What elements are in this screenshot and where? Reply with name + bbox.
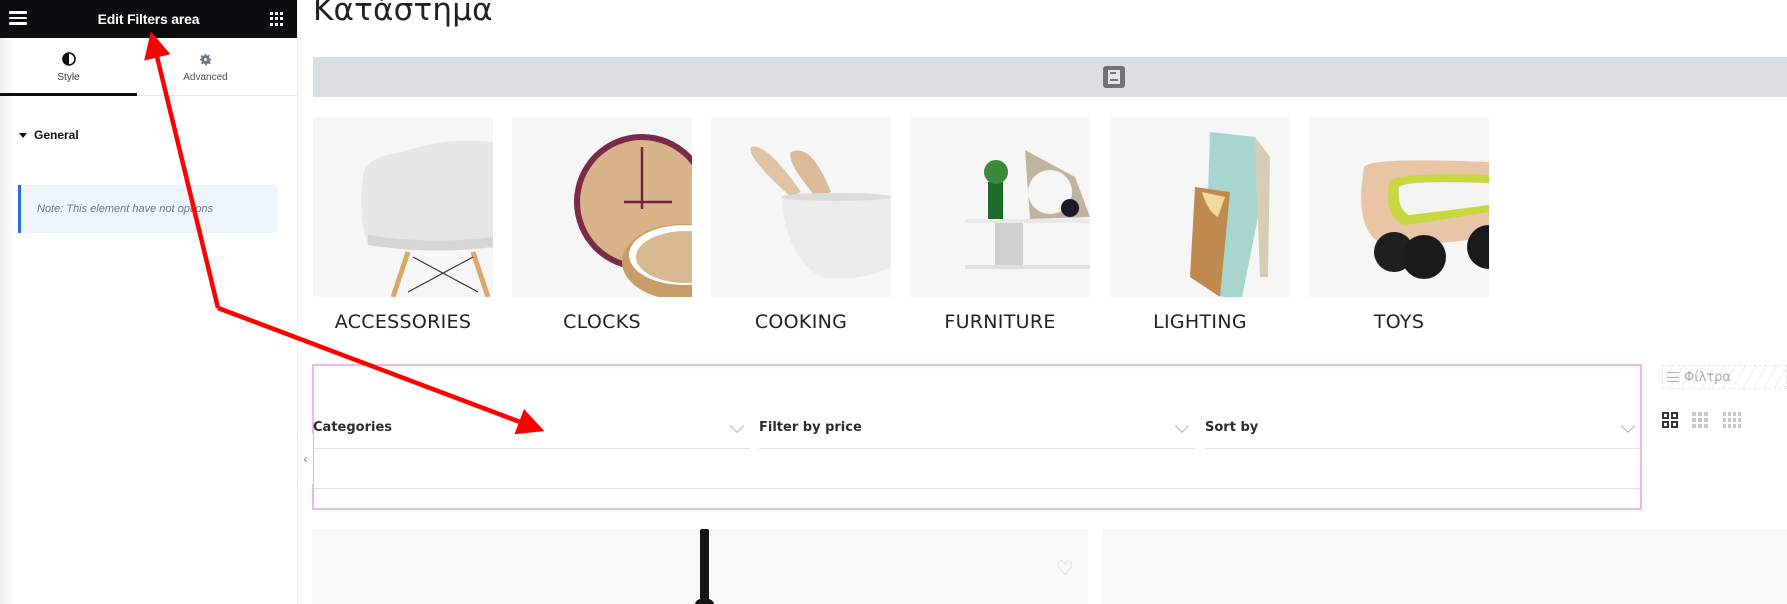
category-tile[interactable]: LIGHTING	[1110, 117, 1290, 333]
chevron-down-icon	[1620, 418, 1636, 434]
category-name: LIGHTING	[1153, 311, 1247, 333]
category-name: FURNITURE	[944, 311, 1056, 333]
image-placeholder-icon	[1103, 66, 1125, 88]
wishlist-heart-icon[interactable]: ♡	[1049, 549, 1081, 587]
category-image	[711, 117, 891, 297]
filter-label: Categories	[313, 420, 393, 435]
preview-canvas: Κατάστημα ACCESSORIES CLOCKS COOKING FUR…	[298, 0, 1787, 604]
filter-categories-dropdown[interactable]: Categories	[313, 415, 750, 449]
tab-label: Style	[57, 72, 80, 83]
image-placeholder-widget[interactable]	[313, 57, 1787, 97]
filters-button-label: Φίλτρα	[1684, 369, 1731, 385]
product-image	[700, 529, 709, 604]
view-3-columns-button[interactable]	[1692, 412, 1708, 428]
contrast-icon	[61, 50, 76, 68]
info-note: Note: This element have not options	[18, 185, 278, 233]
product-card[interactable]: ♡	[312, 529, 1088, 604]
category-image	[512, 117, 692, 297]
divider	[314, 488, 1640, 489]
collapse-panel-button[interactable]: ‹	[298, 434, 313, 484]
category-tile[interactable]: FURNITURE	[910, 117, 1090, 333]
chevron-down-icon	[729, 418, 745, 434]
sidebar-header: Edit Filters area	[0, 0, 297, 38]
chevron-down-icon	[1174, 418, 1190, 434]
product-card[interactable]	[1102, 529, 1787, 604]
view-2-columns-button[interactable]	[1662, 412, 1678, 428]
section-label: General	[34, 128, 79, 142]
tab-label: Advanced	[183, 72, 228, 83]
category-name: CLOCKS	[563, 311, 641, 333]
sort-by-dropdown[interactable]: Sort by	[1205, 415, 1641, 449]
caret-down-icon	[19, 132, 27, 138]
view-4-columns-button[interactable]	[1723, 412, 1741, 428]
filter-price-dropdown[interactable]: Filter by price	[759, 415, 1195, 449]
filter-label: Sort by	[1205, 420, 1259, 435]
tab-advanced[interactable]: Advanced	[137, 38, 274, 95]
panel-title: Edit Filters area	[97, 11, 200, 27]
page-title: Κατάστημα	[313, 0, 493, 28]
category-tile[interactable]: ACCESSORIES	[313, 117, 493, 333]
tab-style[interactable]: Style	[0, 38, 137, 96]
gear-icon	[198, 50, 213, 68]
editor-sidebar: Edit Filters area Style Advanced General…	[0, 0, 298, 604]
category-image	[910, 117, 1090, 297]
filters-toggle-button[interactable]: Φίλτρα	[1662, 365, 1787, 389]
filter-label: Filter by price	[759, 420, 862, 435]
category-tile[interactable]: COOKING	[711, 117, 891, 333]
panel-tabs: Style Advanced	[0, 38, 297, 96]
category-image	[1309, 117, 1489, 297]
category-name: COOKING	[754, 311, 848, 333]
category-image	[313, 117, 493, 297]
filter-lines-icon	[1667, 372, 1679, 382]
grid-icon[interactable]	[270, 12, 284, 26]
category-name: ACCESSORIES	[334, 311, 472, 333]
category-image	[1110, 117, 1290, 297]
category-tile[interactable]: TOYS	[1309, 117, 1489, 333]
filters-area-widget[interactable]: Categories Filter by price Sort by	[312, 364, 1642, 510]
chevron-left-icon: ‹	[303, 452, 308, 466]
category-name: TOYS	[1373, 311, 1425, 333]
section-general-toggle[interactable]: General	[19, 128, 79, 142]
category-tile[interactable]: CLOCKS	[512, 117, 692, 333]
hamburger-icon[interactable]	[9, 11, 27, 25]
